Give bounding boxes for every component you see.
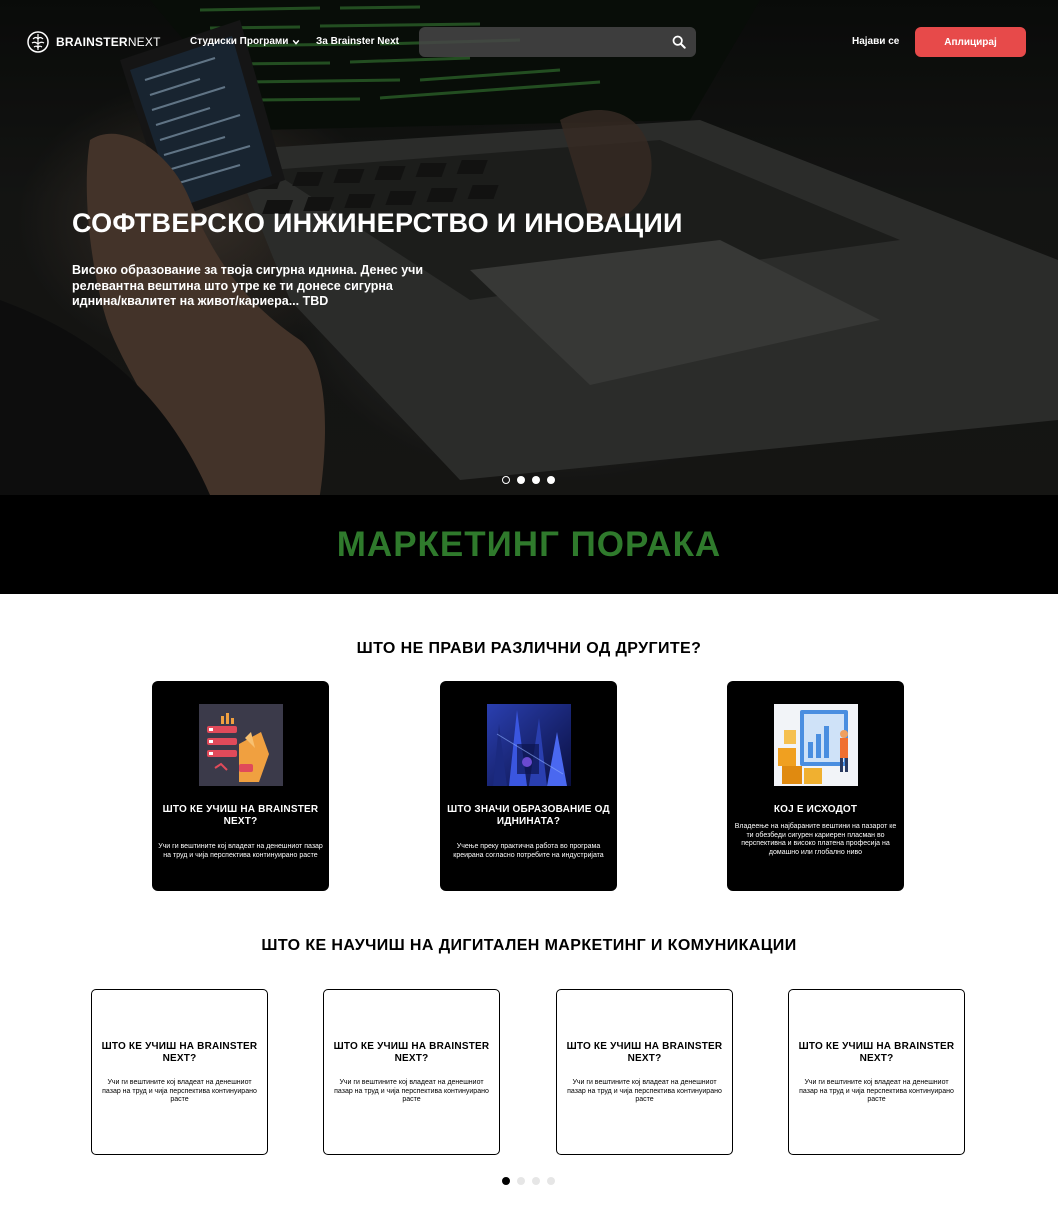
future-city-illustration-icon: [487, 704, 571, 786]
carousel-dot[interactable]: [547, 1177, 555, 1185]
login-link[interactable]: Најави се: [852, 36, 899, 47]
course-card[interactable]: ШТО КЕ УЧИШ НА BRAINSTER NEXT? Учи ги ве…: [323, 989, 500, 1155]
feature-card: КОЈ Е ИСХОДОТ Владеење на најбараните ве…: [727, 681, 904, 891]
nav-study-programs[interactable]: Студиски Програми: [190, 36, 300, 47]
brand-logo[interactable]: BRAINSTERNEXT: [26, 30, 161, 54]
search-icon[interactable]: [672, 35, 686, 49]
carousel-dot[interactable]: [502, 476, 510, 484]
feature-card: ШТО ЗНАЧИ ОБРАЗОВАНИЕ ОД ИДНИНАТА? Учење…: [440, 681, 617, 891]
course-card[interactable]: ШТО КЕ УЧИШ НА BRAINSTER NEXT? Учи ги ве…: [91, 989, 268, 1155]
brain-icon: [27, 31, 49, 53]
carousel-dot[interactable]: [532, 1177, 540, 1185]
carousel-dot[interactable]: [517, 1177, 525, 1185]
card-text: Учи ги вештините кој владеат на денешнио…: [799, 1079, 954, 1104]
card-title: КОЈ Е ИСХОДОТ: [773, 804, 858, 815]
hero-title: СОФТВЕРСКО ИНЖИНЕРСТВО И ИНОВАЦИИ: [72, 208, 683, 238]
hero-section: BRAINSTERNEXT Студиски Програми За Brain…: [0, 0, 1058, 495]
card-title: ШТО ЗНАЧИ ОБРАЗОВАНИЕ ОД ИДНИНАТА?: [447, 804, 610, 827]
card-text: Учење преку практична работа во програма…: [453, 843, 604, 859]
card-text: Учи ги вештините кој владеат на денешнио…: [158, 843, 323, 859]
carousel-dot[interactable]: [532, 476, 540, 484]
card-title: ШТО КЕ УЧИШ НА BRAINSTER NEXT?: [101, 1041, 258, 1064]
learning-illustration-icon: [199, 704, 283, 786]
brand-name-bold: BRAINSTER: [56, 35, 128, 49]
hero-carousel-dots: [502, 476, 555, 484]
outcome-illustration-icon: [774, 704, 858, 786]
differences-title: ШТО НЕ ПРАВИ РАЗЛИЧНИ ОД ДРУГИТЕ?: [356, 640, 702, 657]
card-title: ШТО КЕ УЧИШ НА BRAINSTER NEXT?: [566, 1041, 723, 1064]
nav-about[interactable]: За Brainster Next: [316, 36, 399, 47]
apply-button[interactable]: Аплицирај: [915, 27, 1026, 57]
course-carousel-dots: [502, 1177, 555, 1185]
card-text: Учи ги вештините кој владеат на денешнио…: [102, 1079, 257, 1104]
search-input[interactable]: [429, 33, 659, 51]
feature-card: ШТО КЕ УЧИШ НА BRAINSTER NEXT? Учи ги ве…: [152, 681, 329, 891]
card-title: ШТО КЕ УЧИШ НА BRAINSTER NEXT?: [162, 804, 319, 827]
carousel-dot[interactable]: [547, 476, 555, 484]
search-bar: [419, 27, 696, 57]
carousel-dot[interactable]: [502, 1177, 510, 1185]
marketing-banner: МАРКЕТИНГ ПОРАКА: [0, 495, 1058, 594]
card-text: Учи ги вештините кој владеат на денешнио…: [334, 1079, 489, 1104]
course-card[interactable]: ШТО КЕ УЧИШ НА BRAINSTER NEXT? Учи ги ве…: [556, 989, 733, 1155]
top-navbar: BRAINSTERNEXT Студиски Програми За Brain…: [0, 0, 1058, 84]
brand-name: BRAINSTERNEXT: [56, 35, 161, 49]
course-card[interactable]: ШТО КЕ УЧИШ НА BRAINSTER NEXT? Учи ги ве…: [788, 989, 965, 1155]
card-text: Владеење на најбараните вештини на пазар…: [734, 823, 897, 857]
card-text: Учи ги вештините кој владеат на денешнио…: [567, 1079, 722, 1104]
nav-study-programs-label: Студиски Програми: [190, 36, 289, 47]
chevron-down-icon: [293, 39, 300, 45]
nav-about-label: За Brainster Next: [316, 36, 399, 47]
card-title: ШТО КЕ УЧИШ НА BRAINSTER NEXT?: [333, 1041, 490, 1064]
brand-name-thin: NEXT: [127, 35, 161, 49]
marketing-message: МАРКЕТИНГ ПОРАКА: [336, 524, 722, 564]
carousel-dot[interactable]: [517, 476, 525, 484]
hero-subtitle: Високо образование за твоја сигурна идни…: [72, 263, 424, 308]
card-title: ШТО КЕ УЧИШ НА BRAINSTER NEXT?: [798, 1041, 955, 1064]
learn-section-title: ШТО КЕ НАУЧИШ НА ДИГИТАЛЕН МАРКЕТИНГ И К…: [261, 937, 797, 954]
